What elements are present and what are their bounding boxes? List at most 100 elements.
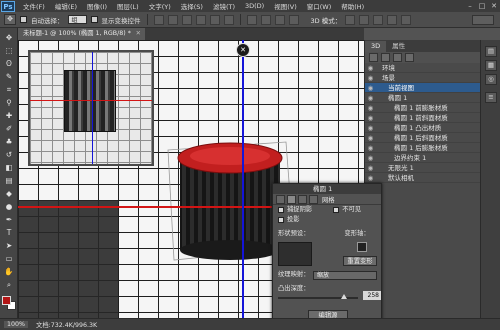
mesh-tab-icon[interactable]	[276, 194, 285, 204]
deform-axis-picker[interactable]	[357, 242, 367, 252]
align-bottom-icon[interactable]	[181, 14, 192, 25]
blur-icon[interactable]: ◆	[3, 188, 15, 199]
foreground-color-swatch[interactable]	[2, 296, 11, 305]
menu-type[interactable]: 文字(Y)	[144, 1, 176, 11]
align-top-icon[interactable]	[153, 14, 164, 25]
dodge-icon[interactable]: ●	[3, 201, 15, 212]
distribute-icon[interactable]	[246, 14, 257, 25]
path-select-icon[interactable]: ➤	[3, 240, 15, 251]
healing-icon[interactable]: ✚	[3, 110, 15, 121]
align-right-icon[interactable]	[223, 14, 234, 25]
move-icon[interactable]: ✥	[3, 32, 15, 43]
visibility-eye-icon[interactable]: ◉	[367, 103, 374, 113]
auto-select-checkbox[interactable]	[20, 16, 27, 23]
pen-icon[interactable]: ✒	[3, 214, 15, 225]
stamp-icon[interactable]: ♣	[3, 136, 15, 147]
deform-tab-icon[interactable]	[287, 194, 296, 204]
tab-3d[interactable]: 3D	[365, 41, 387, 52]
auto-select-dropdown[interactable]: 组	[67, 15, 87, 24]
visibility-eye-icon[interactable]: ◉	[367, 73, 374, 83]
catch-shadows-checkbox[interactable]	[278, 207, 284, 213]
lasso-icon[interactable]: ʘ	[3, 58, 15, 69]
align-center-icon[interactable]	[209, 14, 220, 25]
brush-icon[interactable]: ✐	[3, 123, 15, 134]
3d-rotate-icon[interactable]	[345, 14, 356, 25]
distribute-icon[interactable]	[260, 14, 271, 25]
slider-handle[interactable]	[341, 294, 348, 299]
visibility-eye-icon[interactable]: ◉	[367, 93, 374, 103]
texture-mapping-dropdown[interactable]: 缩放	[313, 271, 377, 280]
gradient-icon[interactable]: ▤	[3, 175, 15, 186]
status-bar: 100% 文档:732.4K/996.3K	[0, 318, 500, 330]
menu-window[interactable]: 窗口(W)	[302, 1, 337, 11]
shape-icon[interactable]: ▭	[3, 253, 15, 264]
document-tab[interactable]: 未标题-1 @ 100% (椭圆 1, RGB/8) * ✕	[18, 28, 145, 40]
visibility-eye-icon[interactable]: ◉	[367, 163, 374, 173]
3d-slide-icon[interactable]	[387, 14, 398, 25]
history-panel-icon[interactable]: ▤	[485, 46, 497, 57]
close-button[interactable]: ✕	[488, 0, 500, 12]
zoom-level[interactable]: 100%	[4, 321, 29, 328]
type-icon[interactable]: T	[3, 227, 15, 238]
align-left-icon[interactable]	[195, 14, 206, 25]
extrusion-depth-input[interactable]: 258	[363, 291, 381, 300]
visibility-eye-icon[interactable]: ◉	[367, 113, 374, 123]
close-tab-icon[interactable]: ✕	[136, 28, 141, 40]
3d-axis-widget-icon[interactable]: ✕	[236, 43, 250, 57]
zoom-icon[interactable]: ⌕	[3, 279, 15, 290]
menu-image[interactable]: 图像(I)	[82, 1, 112, 11]
3d-pan-icon[interactable]	[373, 14, 384, 25]
visibility-eye-icon[interactable]: ◉	[367, 143, 374, 153]
visibility-eye-icon[interactable]: ◉	[367, 153, 374, 163]
show-transform-checkbox[interactable]	[90, 16, 98, 23]
shape-preset-picker[interactable]	[278, 242, 312, 266]
mesh-filter-icon[interactable]	[381, 53, 390, 62]
quick-select-icon[interactable]: ✎	[3, 71, 15, 82]
invisible-checkbox[interactable]	[333, 207, 340, 213]
minimize-button[interactable]: –	[464, 0, 476, 12]
crop-icon[interactable]: ⌗	[3, 84, 15, 95]
cast-shadows-checkbox[interactable]	[278, 217, 284, 223]
material-filter-icon[interactable]	[393, 53, 402, 62]
workspace-switcher[interactable]	[472, 14, 494, 25]
3d-scale-icon[interactable]	[401, 14, 412, 25]
align-middle-icon[interactable]	[167, 14, 178, 25]
3d-roll-icon[interactable]	[359, 14, 370, 25]
coordinates-tab-icon[interactable]	[309, 194, 318, 204]
reset-deform-button[interactable]: 重置变形	[343, 256, 377, 266]
layers-panel-icon[interactable]: ▦	[485, 60, 497, 71]
marquee-icon[interactable]: ⬚	[3, 45, 15, 56]
menu-file[interactable]: 文件(F)	[18, 1, 50, 11]
3d-mode-label: 3D 模式：	[310, 16, 342, 25]
visibility-eye-icon[interactable]: ◉	[367, 63, 374, 73]
cap-tab-icon[interactable]	[298, 194, 307, 204]
menu-edit[interactable]: 编辑(E)	[50, 1, 82, 11]
eyedropper-icon[interactable]: ⚲	[3, 97, 15, 108]
maximize-button[interactable]: □	[476, 0, 488, 12]
cast-shadows-row: 投影	[273, 215, 381, 225]
menu-help[interactable]: 帮助(H)	[336, 1, 369, 11]
menu-3d[interactable]: 3D(D)	[240, 2, 269, 10]
visibility-eye-icon[interactable]: ◉	[367, 123, 374, 133]
secondary-view-preview[interactable]	[28, 50, 154, 166]
visibility-eye-icon[interactable]: ◉	[367, 173, 374, 183]
menu-layer[interactable]: 图层(L)	[112, 1, 144, 11]
visibility-eye-icon[interactable]: ◉	[367, 133, 374, 143]
menu-view[interactable]: 视图(V)	[269, 1, 302, 11]
eraser-icon[interactable]: ◧	[3, 162, 15, 173]
light-filter-icon[interactable]	[405, 53, 414, 62]
extrusion-depth-slider[interactable]	[278, 294, 358, 299]
distribute-icon[interactable]	[274, 14, 285, 25]
mesh-tab-label[interactable]: 网格	[322, 195, 335, 204]
scene-filter-icon[interactable]	[369, 53, 378, 62]
visibility-eye-icon[interactable]: ◉	[367, 83, 374, 93]
menu-filter[interactable]: 滤镜(T)	[208, 1, 240, 11]
hand-icon[interactable]: ✋	[3, 266, 15, 277]
properties-panel-icon[interactable]: ≡	[485, 92, 497, 103]
distribute-icon[interactable]	[288, 14, 299, 25]
history-brush-icon[interactable]: ↺	[3, 149, 15, 160]
tab-properties[interactable]: 属性	[386, 41, 411, 52]
move-tool-preset-icon[interactable]: ✥	[4, 14, 16, 25]
menu-select[interactable]: 选择(S)	[176, 1, 208, 11]
channels-panel-icon[interactable]: ◎	[485, 74, 497, 85]
